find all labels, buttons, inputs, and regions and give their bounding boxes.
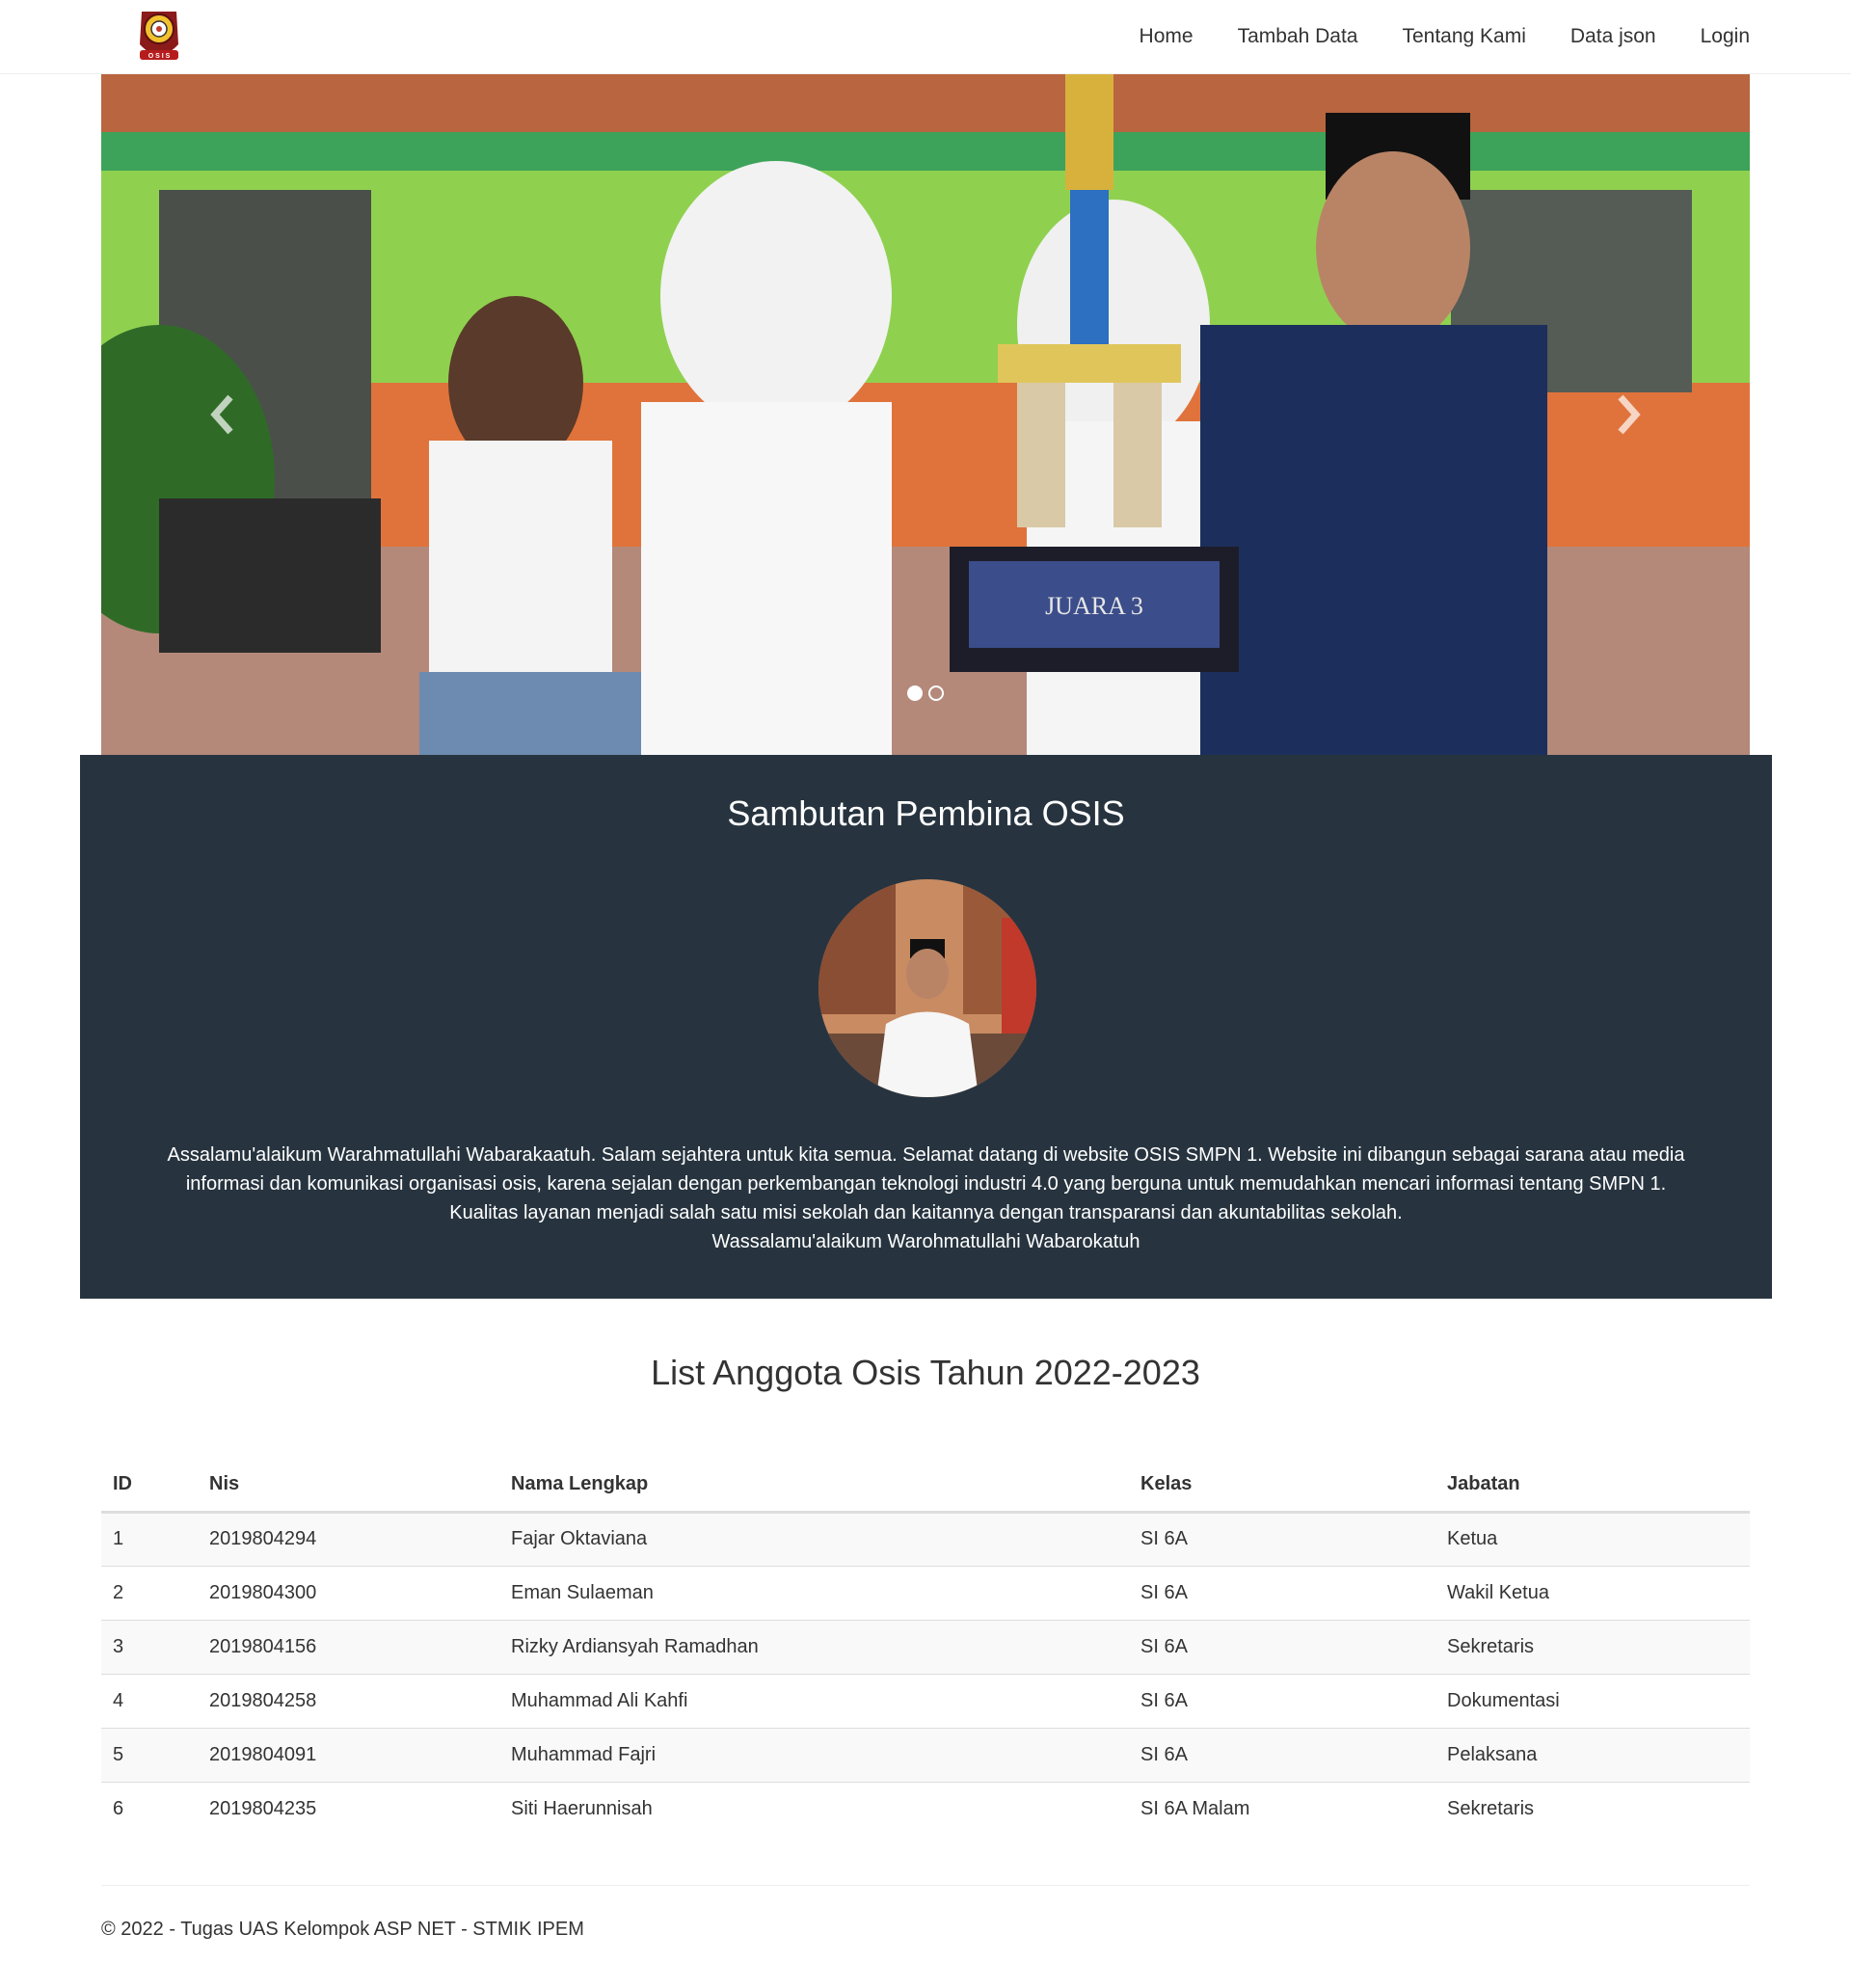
cell-id: 1 [113, 1528, 124, 1549]
table-row: 4 2019804258 Muhammad Ali Kahfi SI 6A Do… [101, 1673, 1750, 1728]
carousel-indicators [101, 685, 1750, 701]
cell-jabatan: Pelaksana [1435, 1727, 1750, 1782]
main-nav: Home Tambah Data Tentang Kami Data json … [1095, 0, 1750, 73]
cell-jabatan: Ketua [1447, 1528, 1498, 1549]
welcome-message: Assalamu'alaikum Warahmatullahi Wabaraka… [152, 1141, 1700, 1256]
welcome-section: Sambutan Pembina OSIS Assalamu'alaikum W… [80, 755, 1772, 1299]
cell-kelas: SI 6A [1129, 1673, 1435, 1728]
cell-id: 5 [101, 1727, 198, 1782]
cell-kelas: SI 6A [1140, 1528, 1188, 1549]
cell-nis: 2019804091 [198, 1727, 499, 1782]
welcome-title: Sambutan Pembina OSIS [727, 793, 1125, 833]
cell-nis: 2019804258 [198, 1673, 499, 1728]
table-row: 1 2019804294 Fajar Oktaviana SI 6A Ketua [101, 1512, 1750, 1566]
cell-kelas: SI 6A [1129, 1565, 1435, 1620]
table-row: 5 2019804091 Muhammad Fajri SI 6A Pelaks… [101, 1727, 1750, 1782]
cell-id: 4 [101, 1673, 198, 1728]
cell-jabatan: Wakil Ketua [1435, 1565, 1750, 1620]
cell-nama: Siti Haerunnisah [499, 1781, 1129, 1836]
cell-jabatan: Sekretaris [1435, 1781, 1750, 1836]
carousel-next-button[interactable] [1499, 74, 1750, 755]
svg-text:O S I S: O S I S [148, 53, 171, 60]
cell-nama: Muhammad Fajri [499, 1727, 1129, 1782]
cell-id: 2 [101, 1565, 198, 1620]
navbar: O S I S Home Tambah Data Tentang Kami Da… [0, 0, 1851, 74]
nav-data-json[interactable]: Data json [1570, 25, 1656, 47]
cell-kelas: SI 6A [1129, 1619, 1435, 1674]
chevron-left-icon [210, 394, 233, 435]
cell-kelas: SI 6A [1129, 1727, 1435, 1782]
footer-text: © 2022 - Tugas UAS Kelompok ASP NET - ST… [101, 1919, 584, 1940]
cell-jabatan: Sekretaris [1435, 1619, 1750, 1674]
table-row: 3 2019804156 Rizky Ardiansyah Ramadhan S… [101, 1619, 1750, 1674]
cell-nama: Muhammad Ali Kahfi [499, 1673, 1129, 1728]
cell-id: 6 [101, 1781, 198, 1836]
column-header-jabatan: Jabatan [1435, 1458, 1750, 1514]
column-header-kelas: Kelas [1129, 1458, 1435, 1514]
cell-kelas: SI 6A Malam [1129, 1781, 1435, 1836]
hero-carousel: JUARA 3 [101, 74, 1750, 755]
cell-jabatan: Dokumentasi [1435, 1673, 1750, 1728]
welcome-closing: Wassalamu'alaikum Warohmatullahi Wabarok… [711, 1231, 1140, 1252]
carousel-indicator-1[interactable] [907, 685, 923, 701]
cell-nis: 2019804300 [198, 1565, 499, 1620]
welcome-paragraph: Assalamu'alaikum Warahmatullahi Wabaraka… [167, 1144, 1685, 1223]
avatar [818, 879, 1036, 1097]
cell-nis: 2019804156 [198, 1619, 499, 1674]
cell-id: 3 [101, 1619, 198, 1674]
cell-nis: 2019804235 [198, 1781, 499, 1836]
members-table: ID Nis Nama Lengkap Kelas Jabatan 1 2019… [101, 1458, 1750, 1836]
column-header-id: ID [101, 1458, 198, 1514]
cell-nama: Fajar Oktaviana [511, 1528, 648, 1549]
table-row: 6 2019804235 Siti Haerunnisah SI 6A Mala… [101, 1781, 1750, 1836]
nav-home[interactable]: Home [1140, 25, 1194, 47]
carousel-prev-button[interactable] [101, 74, 352, 755]
nav-login[interactable]: Login [1701, 25, 1750, 47]
footer-divider [101, 1885, 1750, 1886]
cell-nama: Rizky Ardiansyah Ramadhan [499, 1619, 1129, 1674]
column-header-nis: Nis [198, 1458, 499, 1514]
table-header-row: ID Nis Nama Lengkap Kelas Jabatan [101, 1458, 1750, 1514]
nav-tentang-kami[interactable]: Tentang Kami [1402, 25, 1525, 47]
trophy-label: JUARA 3 [1045, 592, 1143, 620]
chevron-right-icon [1618, 394, 1641, 435]
nav-tambah-data[interactable]: Tambah Data [1238, 25, 1358, 47]
cell-nis: 2019804294 [209, 1528, 317, 1549]
members-title: List Anggota Osis Tahun 2022-2023 [651, 1353, 1200, 1392]
column-header-nama: Nama Lengkap [499, 1458, 1129, 1514]
cell-nama: Eman Sulaeman [499, 1565, 1129, 1620]
osis-logo-icon[interactable]: O S I S [134, 6, 184, 66]
carousel-indicator-2[interactable] [928, 685, 944, 701]
table-row: 2 2019804300 Eman Sulaeman SI 6A Wakil K… [101, 1565, 1750, 1620]
